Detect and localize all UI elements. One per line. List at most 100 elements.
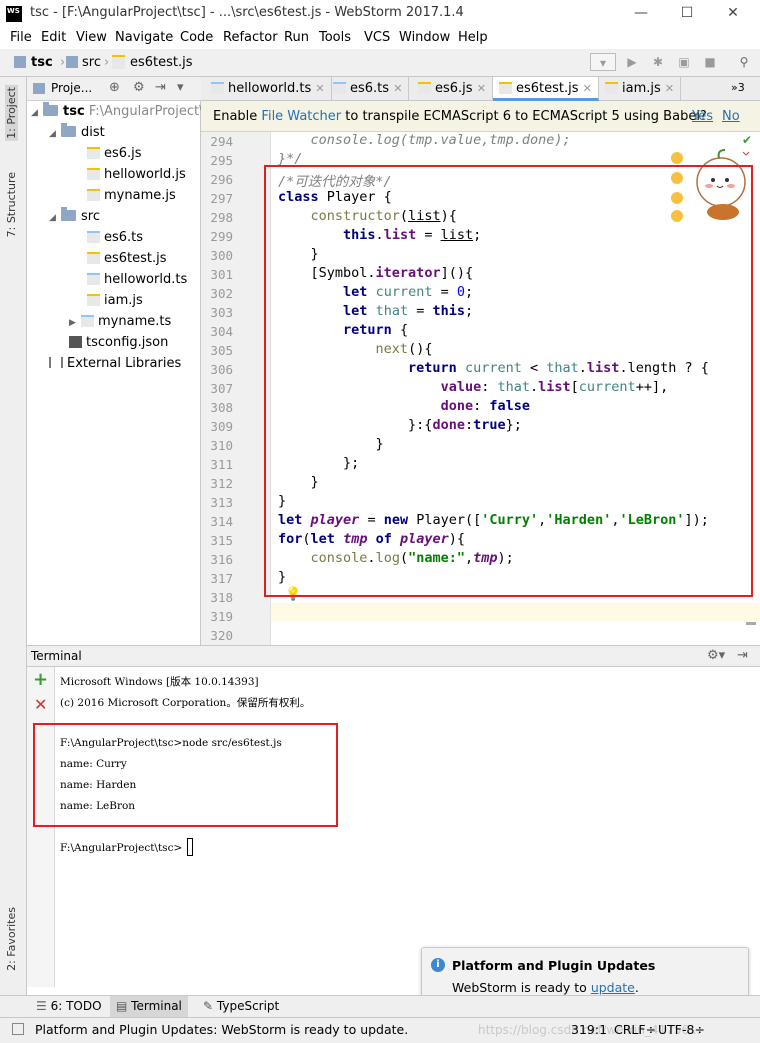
terminal-cursor xyxy=(187,838,193,856)
tree-file-es6-js[interactable]: es6.js xyxy=(87,146,142,161)
line-number: 306 xyxy=(210,362,233,377)
line-number: 301 xyxy=(210,267,233,282)
tree-file-es6-ts[interactable]: es6.ts xyxy=(87,230,143,245)
line-number: 295 xyxy=(210,153,233,168)
tree-file-es6test-js[interactable]: es6test.js xyxy=(87,251,167,266)
line-number: 308 xyxy=(210,400,233,415)
hide-icon[interactable]: ⇥ xyxy=(737,648,748,663)
terminal-icon: ▤ xyxy=(116,999,128,1013)
menu-navigate[interactable]: Navigate xyxy=(115,30,173,45)
menu-refactor[interactable]: Refactor xyxy=(223,30,278,45)
line-number: 312 xyxy=(210,476,233,491)
close-terminal-icon[interactable]: ✕ xyxy=(34,695,47,714)
settings-icon[interactable]: ⚙ xyxy=(133,80,145,95)
tabs-overflow[interactable]: »3 xyxy=(731,81,745,94)
tree-folder-dist[interactable]: ◢ dist xyxy=(49,123,105,140)
settings-icon[interactable]: ⚙▾ xyxy=(707,648,725,663)
line-number: 311 xyxy=(210,457,233,472)
update-link[interactable]: update xyxy=(591,980,635,995)
line-number: 315 xyxy=(210,533,233,548)
scrollbar-marker[interactable] xyxy=(746,622,756,625)
close-tab-icon[interactable]: ✕ xyxy=(315,82,324,95)
tree-file-helloworld-ts[interactable]: helloworld.ts xyxy=(87,272,187,287)
search-icon[interactable]: ⚲ xyxy=(734,53,754,71)
close-tab-icon[interactable]: ✕ xyxy=(393,82,402,95)
project-view-selector[interactable]: Proje... xyxy=(51,81,92,95)
bottom-tool-tabs: ☰ 6: TODO ▤ Terminal ✎ TypeScript xyxy=(0,995,760,1017)
terminal-header: Terminal ⚙▾ ⇥ xyxy=(27,645,760,667)
close-tab-icon[interactable]: ✕ xyxy=(583,82,592,95)
banner-no-link[interactable]: No xyxy=(722,109,740,124)
tree-file-myname-js[interactable]: myname.js xyxy=(87,188,176,203)
menu-file[interactable]: File xyxy=(10,30,32,45)
project-tool-tab[interactable]: 1: Project xyxy=(5,85,18,141)
code-highlight-box xyxy=(264,165,753,597)
library-icon xyxy=(49,357,63,368)
tab-es6-ts[interactable]: es6.ts ✕ xyxy=(327,77,410,101)
line-number: 310 xyxy=(210,438,233,453)
tab-todo[interactable]: ☰ 6: TODO xyxy=(36,999,102,1013)
close-button[interactable]: ✕ xyxy=(722,4,744,22)
file-encoding[interactable]: UTF-8÷ xyxy=(658,1022,705,1037)
favorites-tool-tab[interactable]: 2: Favorites xyxy=(5,907,18,971)
breadcrumb-es6test[interactable]: es6test.js xyxy=(130,55,193,70)
tree-external-libraries[interactable]: External Libraries xyxy=(49,356,181,371)
hide-icon[interactable]: ⇥ xyxy=(155,80,166,95)
js-file-icon xyxy=(112,55,125,69)
minimize-button[interactable]: — xyxy=(630,4,652,22)
banner-yes-link[interactable]: Yes xyxy=(692,109,713,124)
menu-window[interactable]: Window xyxy=(399,30,450,45)
maximize-button[interactable]: ☐ xyxy=(676,4,698,22)
line-number: 317 xyxy=(210,571,233,586)
inspection-ok-icon[interactable]: ✔ xyxy=(742,133,752,147)
tree-file-myname-ts[interactable]: ▶ myname.ts xyxy=(69,314,171,329)
banner-message: Enable File Watcher to transpile ECMAScr… xyxy=(213,109,707,124)
tree-file-iam-js[interactable]: iam.js xyxy=(87,293,143,308)
status-message[interactable]: Platform and Plugin Updates: WebStorm is… xyxy=(35,1022,408,1037)
tree-folder-src[interactable]: ◢ src xyxy=(49,207,100,224)
tab-helloworld-ts[interactable]: helloworld.ts ✕ xyxy=(205,77,332,101)
coverage-icon[interactable]: ▣ xyxy=(674,53,694,71)
breadcrumb-tsc[interactable]: tsc xyxy=(31,55,53,70)
add-terminal-icon[interactable]: + xyxy=(33,669,48,690)
file-watcher-link[interactable]: File Watcher xyxy=(261,109,341,124)
tab-terminal[interactable]: ▤ Terminal xyxy=(110,996,188,1017)
code-line: console.log(tmp.value,tmp.done); xyxy=(278,132,571,148)
sync-icon[interactable]: ⊕ xyxy=(109,80,120,95)
menu-edit[interactable]: Edit xyxy=(41,30,66,45)
caret-position[interactable]: 319:1 xyxy=(571,1022,607,1037)
file-watcher-banner: Enable File Watcher to transpile ECMAScr… xyxy=(201,101,760,132)
tab-es6-js[interactable]: es6.js ✕ xyxy=(412,77,493,101)
close-tab-icon[interactable]: ✕ xyxy=(477,82,486,95)
tree-file-helloworld-js[interactable]: helloworld.js xyxy=(87,167,186,182)
menu-code[interactable]: Code xyxy=(180,30,213,45)
left-tool-strip: 1: Project 7: Structure 2: Favorites xyxy=(0,77,27,1017)
menu-bar: File Edit View Navigate Code Refactor Ru… xyxy=(0,27,760,49)
tree-file-tsconfig-json[interactable]: tsconfig.json xyxy=(69,335,168,350)
tree-root[interactable]: ◢ tsc F:\AngularProject\t xyxy=(31,102,209,119)
breadcrumb-src[interactable]: src xyxy=(82,55,101,70)
run-config-dropdown[interactable]: ▾ xyxy=(590,53,616,71)
run-icon[interactable]: ▶ xyxy=(622,53,642,71)
close-tab-icon[interactable]: ✕ xyxy=(665,82,674,95)
stop-icon[interactable]: ■ xyxy=(700,53,720,71)
terminal-output[interactable]: Microsoft Windows [版本 10.0.14393] (c) 20… xyxy=(55,667,760,987)
line-number: 294 xyxy=(210,134,233,149)
debug-icon[interactable]: ✱ xyxy=(648,53,668,71)
menu-tools[interactable]: Tools xyxy=(319,30,351,45)
line-number: 309 xyxy=(210,419,233,434)
menu-help[interactable]: Help xyxy=(458,30,488,45)
terminal-line: (c) 2016 Microsoft Corporation。保留所有权利。 xyxy=(60,697,311,709)
tab-dropdown-icon[interactable]: ▾ xyxy=(177,80,184,95)
tab-iam-js[interactable]: iam.js ✕ xyxy=(599,77,682,101)
menu-view[interactable]: View xyxy=(76,30,107,45)
structure-tool-tab[interactable]: 7: Structure xyxy=(5,172,18,237)
menu-vcs[interactable]: VCS xyxy=(364,30,390,45)
project-panel: Proje... ⊕ ⚙ ⇥ ▾ ◢ tsc F:\AngularProject\… xyxy=(27,77,209,645)
line-separator[interactable]: CRLF÷ xyxy=(614,1022,656,1037)
tab-es6test-js[interactable]: es6test.js ✕ xyxy=(493,77,599,101)
tool-window-toggle-icon[interactable] xyxy=(12,1023,24,1035)
line-number: 319 xyxy=(210,609,233,624)
menu-run[interactable]: Run xyxy=(284,30,309,45)
tab-typescript[interactable]: ✎ TypeScript xyxy=(203,999,279,1013)
